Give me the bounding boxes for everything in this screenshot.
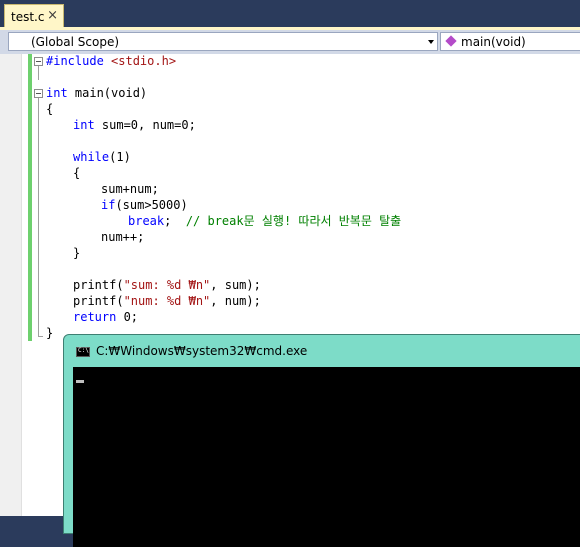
fold-line — [38, 66, 39, 80]
code-line: break; // break문 실행! 따라서 반복문 탈출 — [128, 213, 401, 229]
code-token: printf( — [73, 294, 124, 308]
code-token: printf( — [73, 278, 124, 292]
cmd-icon — [76, 347, 90, 357]
scope-dropdown[interactable]: (Global Scope) — [8, 32, 438, 51]
chevron-down-icon[interactable] — [428, 40, 434, 44]
code-line: #include <stdio.h> — [46, 53, 176, 69]
code-token: sum=0, num=0; — [94, 118, 196, 132]
code-token: if — [101, 198, 116, 212]
code-line: { — [73, 166, 81, 180]
tab-label: test.c — [11, 10, 45, 24]
tab-test-c[interactable]: test.c × — [4, 4, 64, 28]
code-token: int — [46, 86, 68, 100]
code-line: { — [46, 102, 54, 116]
console-output[interactable] — [73, 367, 580, 547]
code-token: (1) — [109, 150, 131, 164]
code-token: , num); — [210, 294, 261, 308]
fold-end — [38, 336, 43, 337]
text-cursor — [76, 380, 84, 383]
console-window[interactable]: C:₩Windows₩system32₩cmd.exe — [63, 334, 580, 547]
code-line: int sum=0, num=0; — [73, 117, 196, 133]
code-line: } — [73, 246, 81, 260]
code-line: } — [46, 326, 54, 340]
close-icon[interactable]: × — [47, 9, 58, 23]
tab-strip: test.c × — [0, 0, 580, 28]
code-token: return — [73, 310, 117, 324]
code-token: main(void) — [67, 86, 148, 100]
code-line: printf("sum: %d ₩n", sum); — [73, 277, 261, 293]
code-token: break — [128, 214, 165, 228]
code-token: "sum: %d ₩n" — [123, 278, 211, 292]
scope-dropdown-value: (Global Scope) — [31, 35, 120, 49]
code-token: #include — [46, 54, 104, 68]
code-token: ; — [164, 214, 186, 228]
collapse-icon[interactable] — [34, 57, 43, 66]
code-token: <stdio.h> — [103, 54, 177, 68]
code-token: , sum); — [210, 278, 261, 292]
collapse-icon[interactable] — [34, 89, 43, 98]
console-title: C:₩Windows₩system32₩cmd.exe — [96, 344, 308, 358]
member-dropdown[interactable]: main(void) — [440, 32, 580, 51]
code-line: if(sum>5000) — [101, 197, 188, 213]
code-token: int — [73, 118, 95, 132]
editor-gutter — [0, 54, 22, 516]
code-line: while(1) — [73, 149, 131, 165]
code-line: int main(void) — [46, 85, 147, 101]
code-comment: // break문 실행! 따라서 반복문 탈출 — [185, 214, 402, 228]
navigation-bar: (Global Scope) main(void) — [0, 30, 580, 54]
code-token: 0; — [116, 310, 139, 324]
code-token: while — [73, 150, 110, 164]
code-line: sum+num; — [101, 182, 159, 196]
code-token: (sum>5000) — [115, 198, 188, 212]
change-tracking-bar — [28, 54, 32, 341]
method-icon — [445, 35, 457, 47]
code-token: "num: %d ₩n" — [123, 294, 211, 308]
fold-line — [38, 98, 39, 336]
code-line: printf("num: %d ₩n", num); — [73, 293, 261, 309]
member-dropdown-value: main(void) — [461, 35, 526, 49]
console-titlebar[interactable]: C:₩Windows₩system32₩cmd.exe — [64, 335, 580, 367]
code-line: num++; — [101, 230, 145, 244]
code-line: return 0; — [73, 309, 138, 325]
